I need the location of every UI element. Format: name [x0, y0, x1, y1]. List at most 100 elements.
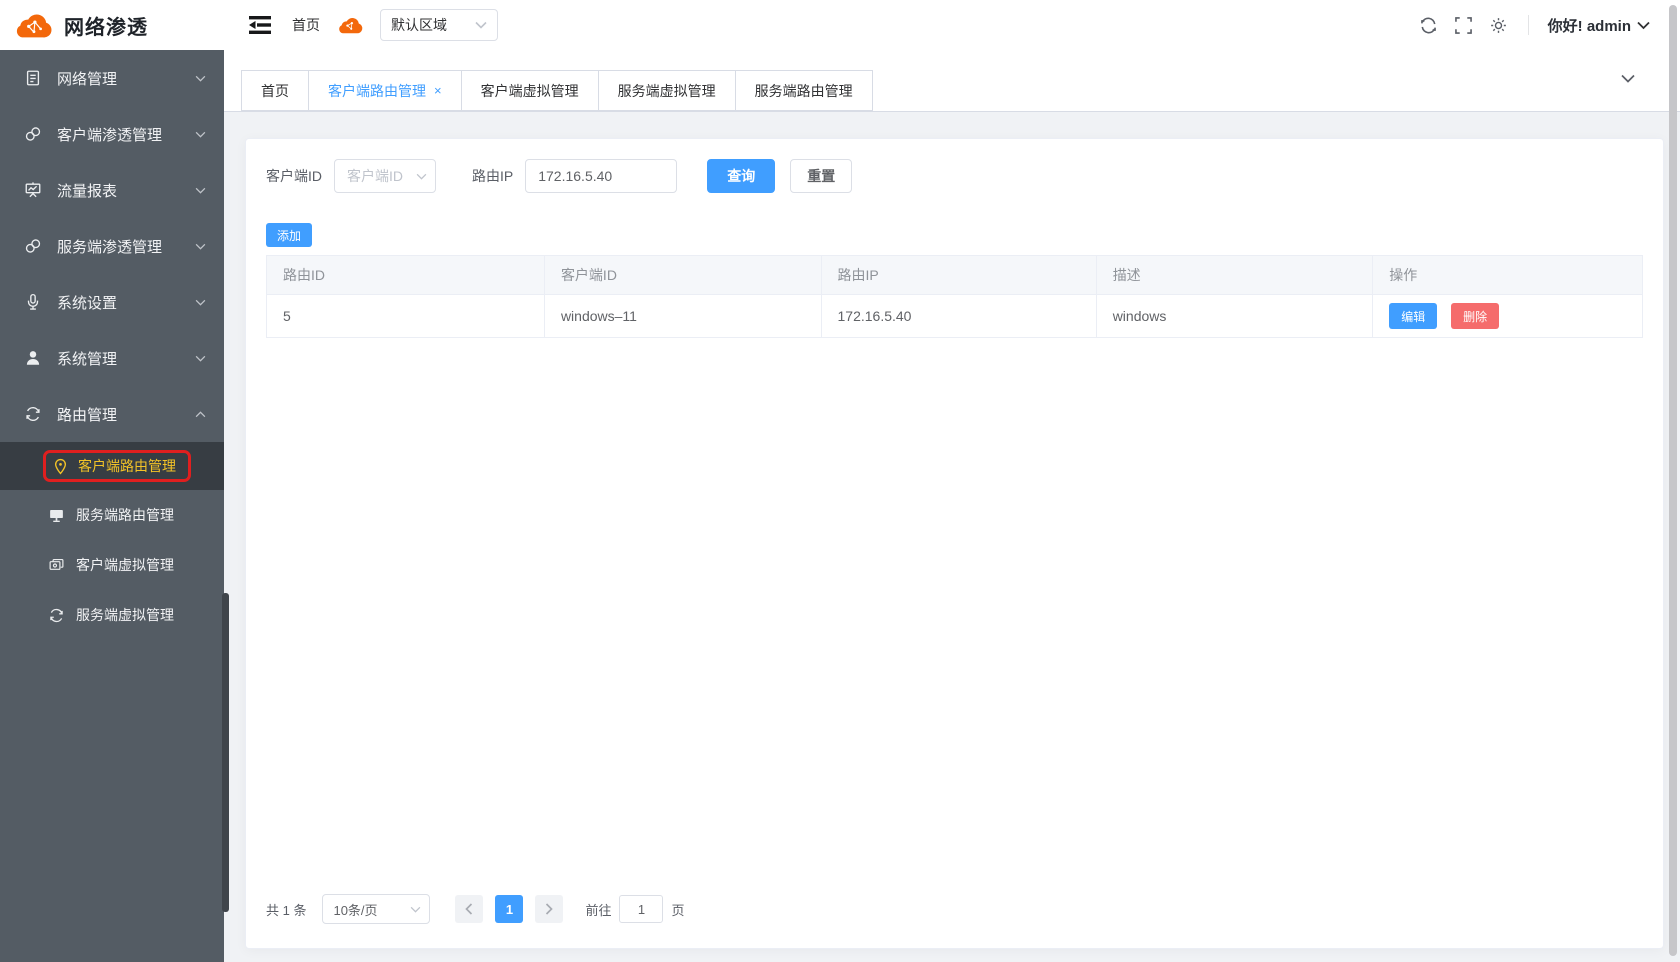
page-number-button[interactable]: 1	[495, 895, 523, 923]
route-ip-input[interactable]	[525, 159, 677, 193]
annotation-highlight-box[interactable]: 客户端路由管理	[43, 450, 191, 482]
pagination: 共 1 条 10条/页 1 前往 页	[266, 894, 685, 924]
refresh-icon[interactable]	[1419, 15, 1439, 35]
chevron-down-icon	[195, 131, 206, 138]
fullscreen-icon[interactable]	[1454, 15, 1474, 35]
page-size-select[interactable]: 10条/页	[322, 894, 430, 924]
brand-cloud-logo-icon	[12, 10, 54, 40]
cell-description: windows	[1096, 295, 1373, 338]
sidebar-item-system-settings[interactable]: 系统设置	[0, 274, 224, 330]
cell-actions: 编辑 删除	[1373, 295, 1643, 338]
tab-client-route-management[interactable]: 客户端路由管理 ×	[308, 70, 462, 111]
tab-label: 首页	[261, 81, 289, 101]
column-header-route-ip: 路由IP	[821, 256, 1096, 295]
chevron-down-icon	[1637, 21, 1650, 30]
tabs-bar: 首页 客户端路由管理 × 客户端虚拟管理 服务端虚拟管理 服务端路由管理	[224, 50, 1680, 112]
tab-label: 客户端路由管理	[328, 81, 426, 101]
link-icon	[24, 236, 44, 256]
chevron-down-icon	[195, 75, 206, 82]
sidebar-item-label: 网络管理	[57, 68, 117, 89]
tab-label: 服务端路由管理	[755, 81, 853, 101]
sidebar-item-client-penetration[interactable]: 客户端渗透管理	[0, 106, 224, 162]
sidebar-subitem-label: 服务端路由管理	[76, 505, 174, 525]
sidebar-subitem-client-virtual-management[interactable]: 客户端虚拟管理	[0, 540, 224, 590]
breadcrumb-home[interactable]: 首页	[292, 15, 320, 35]
filter-form: 客户端ID 客户端ID 路由IP 查询 重置	[266, 159, 1643, 193]
region-select-value: 默认区域	[391, 15, 447, 35]
region-select[interactable]: 默认区域	[380, 9, 498, 41]
topbar-divider	[1528, 15, 1529, 35]
column-header-client-id: 客户端ID	[544, 256, 821, 295]
sidebar-subitem-label: 客户端虚拟管理	[76, 555, 174, 575]
page-unit-label: 页	[671, 900, 684, 919]
chevron-right-icon	[545, 903, 553, 915]
chevron-down-icon	[475, 21, 487, 29]
app-root: 网络渗透 首页 默认区域	[0, 0, 1680, 962]
sidebar-item-system-management[interactable]: 系统管理	[0, 330, 224, 386]
goto-page-label: 前往	[585, 900, 611, 919]
route-ip-label: 路由IP	[472, 166, 513, 186]
reset-button[interactable]: 重置	[790, 159, 852, 193]
chevron-left-icon	[465, 903, 473, 915]
chevron-down-icon	[416, 173, 427, 180]
sidebar-item-network-management[interactable]: 网络管理	[0, 50, 224, 106]
user-menu[interactable]: 你好! admin	[1548, 15, 1650, 36]
client-id-select-placeholder: 客户端ID	[347, 166, 403, 186]
topbar: 网络渗透 首页 默认区域	[0, 0, 1680, 50]
tab-label: 客户端虚拟管理	[481, 81, 579, 101]
chevron-down-icon	[195, 243, 206, 250]
page-size-value: 10条/页	[333, 900, 377, 919]
chevron-down-icon	[195, 187, 206, 194]
tabs-menu-chevron-icon[interactable]	[1621, 74, 1635, 83]
monitor-icon	[48, 507, 65, 524]
table-header-row: 路由ID 客户端ID 路由IP 描述 操作	[267, 256, 1643, 295]
chevron-up-icon	[195, 411, 206, 418]
client-id-select[interactable]: 客户端ID	[334, 159, 436, 193]
sidebar-item-label: 流量报表	[57, 180, 117, 201]
logo-area: 网络渗透	[0, 0, 224, 50]
refresh-icon	[24, 404, 44, 424]
tab-server-route-management[interactable]: 服务端路由管理	[735, 70, 873, 111]
user-icon	[24, 348, 44, 368]
chevron-down-icon	[195, 355, 206, 362]
link-icon	[24, 124, 44, 144]
location-pin-icon	[52, 458, 69, 475]
sidebar-collapse-icon[interactable]	[248, 14, 274, 36]
search-button[interactable]: 查询	[707, 159, 775, 193]
sidebar-item-route-management[interactable]: 路由管理	[0, 386, 224, 442]
refresh-icon	[48, 607, 65, 624]
sidebar: 网络管理 客户端渗透管理 流量报表	[0, 50, 224, 962]
chevron-down-icon	[195, 299, 206, 306]
sidebar-item-label: 系统管理	[57, 348, 117, 369]
sidebar-item-traffic-report[interactable]: 流量报表	[0, 162, 224, 218]
pagination-total: 共 1 条	[266, 900, 306, 919]
tab-home[interactable]: 首页	[241, 70, 309, 111]
tab-client-virtual-management[interactable]: 客户端虚拟管理	[461, 70, 599, 111]
chevron-down-icon	[410, 906, 421, 913]
sidebar-item-server-penetration[interactable]: 服务端渗透管理	[0, 218, 224, 274]
tab-server-virtual-management[interactable]: 服务端虚拟管理	[598, 70, 736, 111]
topbar-actions: 你好! admin	[1419, 15, 1680, 36]
page-scrollbar[interactable]	[1669, 5, 1677, 956]
sidebar-subitem-server-route-management[interactable]: 服务端路由管理	[0, 490, 224, 540]
sidebar-subitem-server-virtual-management[interactable]: 服务端虚拟管理	[0, 590, 224, 640]
add-button[interactable]: 添加	[266, 223, 312, 247]
user-greeting: 你好! admin	[1548, 15, 1631, 36]
tab-close-icon[interactable]: ×	[434, 84, 442, 97]
column-header-actions: 操作	[1373, 256, 1643, 295]
region-cloud-icon	[336, 15, 364, 35]
column-header-route-id: 路由ID	[267, 256, 545, 295]
cell-client-id: windows–11	[544, 295, 821, 338]
chart-board-icon	[24, 180, 44, 200]
sidebar-scrollbar[interactable]	[222, 593, 229, 912]
next-page-button[interactable]	[535, 895, 563, 923]
goto-page-input[interactable]	[619, 895, 663, 923]
sidebar-item-label: 系统设置	[57, 292, 117, 313]
edit-button[interactable]: 编辑	[1389, 303, 1437, 329]
prev-page-button[interactable]	[455, 895, 483, 923]
content-card: 客户端ID 客户端ID 路由IP 查询 重置 添加 路由ID	[245, 138, 1664, 949]
sidebar-subitem-client-route-management[interactable]: 客户端路由管理	[0, 442, 224, 490]
sidebar-subitem-label: 客户端路由管理	[78, 456, 176, 476]
theme-sun-icon[interactable]	[1489, 15, 1509, 35]
delete-button[interactable]: 删除	[1451, 303, 1499, 329]
